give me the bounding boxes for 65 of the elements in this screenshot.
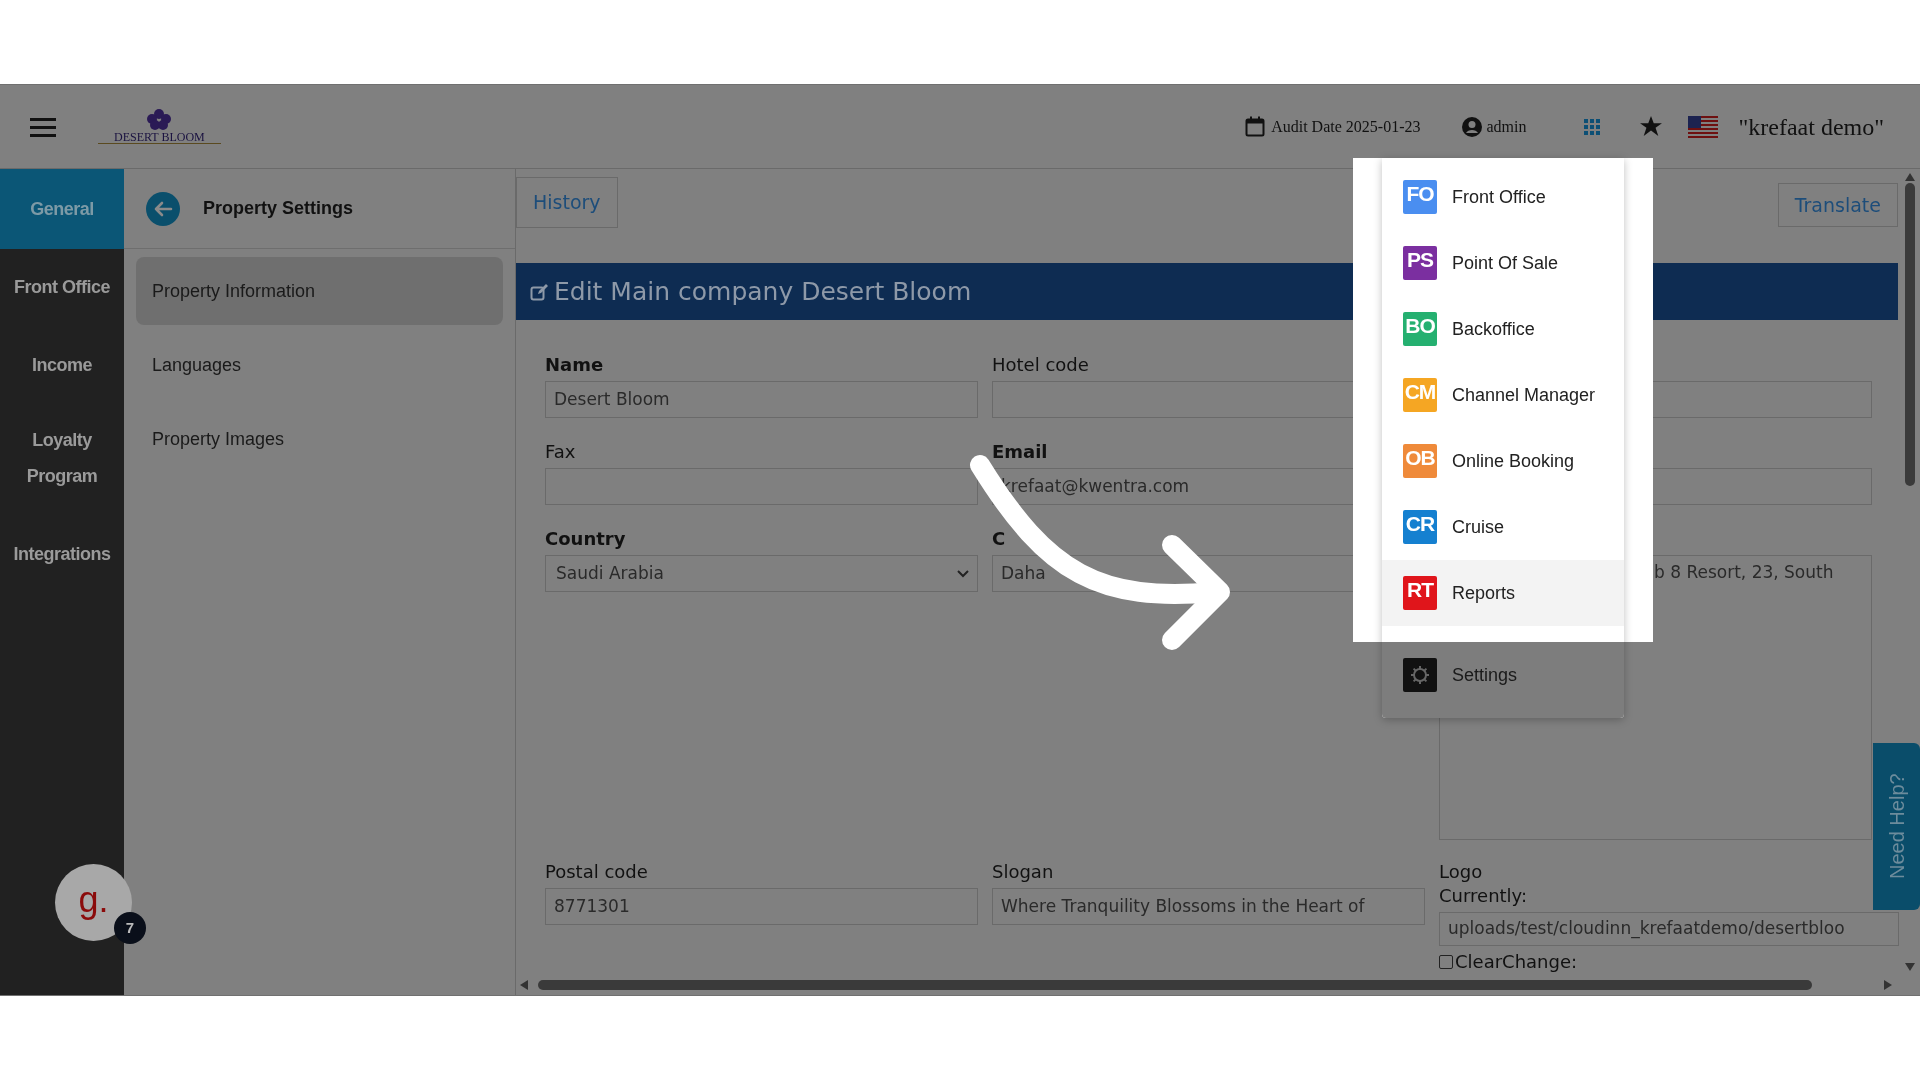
app-menu-item[interactable]: BO Backoffice (1382, 296, 1624, 362)
checkbox-label: ClearChange: (1455, 950, 1578, 974)
field-label: Fax (545, 442, 576, 462)
scroll-up-icon[interactable] (1905, 173, 1915, 181)
panel-title: Property Settings (203, 197, 354, 220)
app-logo-icon: OB (1403, 444, 1437, 478)
field-label: Name (545, 355, 604, 375)
scroll-down-icon[interactable] (1905, 963, 1915, 971)
app-logo-icon: BO (1403, 312, 1437, 346)
edit-icon (530, 282, 548, 301)
text-field[interactable]: Desert Bloom (545, 381, 978, 418)
app-logo-icon: PS (1403, 246, 1437, 280)
star-icon[interactable] (1640, 116, 1663, 137)
module-tab[interactable]: General (0, 169, 124, 249)
country-select[interactable]: Saudi Arabia (545, 555, 978, 592)
module-tab[interactable]: Integrations (0, 511, 124, 597)
app-menu-item[interactable]: CR Cruise (1382, 494, 1624, 560)
field-label: Logo (1439, 862, 1483, 882)
app-menu-item[interactable]: PS Point Of Sale (1382, 230, 1624, 296)
app-logo-icon: CM (1403, 378, 1437, 412)
module-tab[interactable]: Income (0, 325, 124, 405)
app-logo-icon: RT (1403, 576, 1437, 610)
scroll-right-icon[interactable] (1884, 980, 1892, 990)
vertical-scrollbar-thumb[interactable] (1905, 183, 1915, 486)
file-path-field[interactable]: uploads/test/cloudinn_krefaatdemo/desertbloo (1439, 912, 1899, 946)
settings-nav-item[interactable]: Property Images (136, 405, 503, 473)
app-logo-icon: FO (1403, 180, 1437, 214)
app-menu-item[interactable]: CM Channel Manager (1382, 362, 1624, 428)
text-field[interactable]: Where Tranquility Blossoms in the Heart of (992, 888, 1425, 925)
current-file-label: Currently: (1439, 884, 1528, 908)
need-help-tab[interactable]: Need Help? (1873, 743, 1920, 910)
audit-date: Audit Date 2025-01-23 (1271, 116, 1421, 137)
field-label: Postal code (545, 862, 648, 882)
apps-grid-icon[interactable] (1584, 118, 1601, 135)
field-label: Slogan (992, 862, 1054, 882)
history-button[interactable]: History (516, 177, 618, 228)
app-menu-item[interactable]: RT Reports (1382, 560, 1624, 626)
flag-icon[interactable] (1688, 115, 1719, 138)
app-menu-item[interactable]: OB Online Booking (1382, 428, 1624, 494)
settings-nav-item[interactable]: Property Information (136, 257, 503, 325)
menu-icon[interactable] (30, 116, 56, 137)
flower-logo-icon (145, 109, 174, 131)
text-field[interactable]: 8771301 (545, 888, 978, 925)
calendar-icon (1245, 116, 1266, 137)
module-tab[interactable]: Loyalty Program (0, 405, 124, 511)
field-label: Country (545, 529, 626, 549)
settings-nav-item[interactable]: Languages (136, 331, 503, 399)
text-field[interactable] (545, 468, 978, 505)
scroll-left-icon[interactable] (520, 980, 528, 990)
caret-icon (957, 569, 969, 578)
translate-button[interactable]: Translate (1777, 183, 1898, 227)
app-menu-item[interactable]: FO Front Office (1382, 164, 1624, 230)
module-tab[interactable]: Front Office (0, 249, 124, 325)
app-logo-icon: CR (1403, 510, 1437, 544)
form-title: Edit Main company Desert Bloom (554, 275, 972, 308)
checkbox[interactable] (1439, 954, 1453, 969)
property-name[interactable]: "krefaat demo" (1738, 108, 1884, 145)
field-label: C (992, 529, 1006, 549)
user-icon (1462, 116, 1483, 137)
horizontal-scrollbar-thumb[interactable] (538, 980, 1812, 990)
logo-text: DESERT BLOOM (98, 131, 221, 144)
field-label: Email (992, 442, 1048, 462)
field-label: Hotel code (992, 355, 1089, 375)
app-menu-item[interactable]: Settings (1382, 642, 1624, 718)
user-name[interactable]: admin (1486, 114, 1527, 139)
